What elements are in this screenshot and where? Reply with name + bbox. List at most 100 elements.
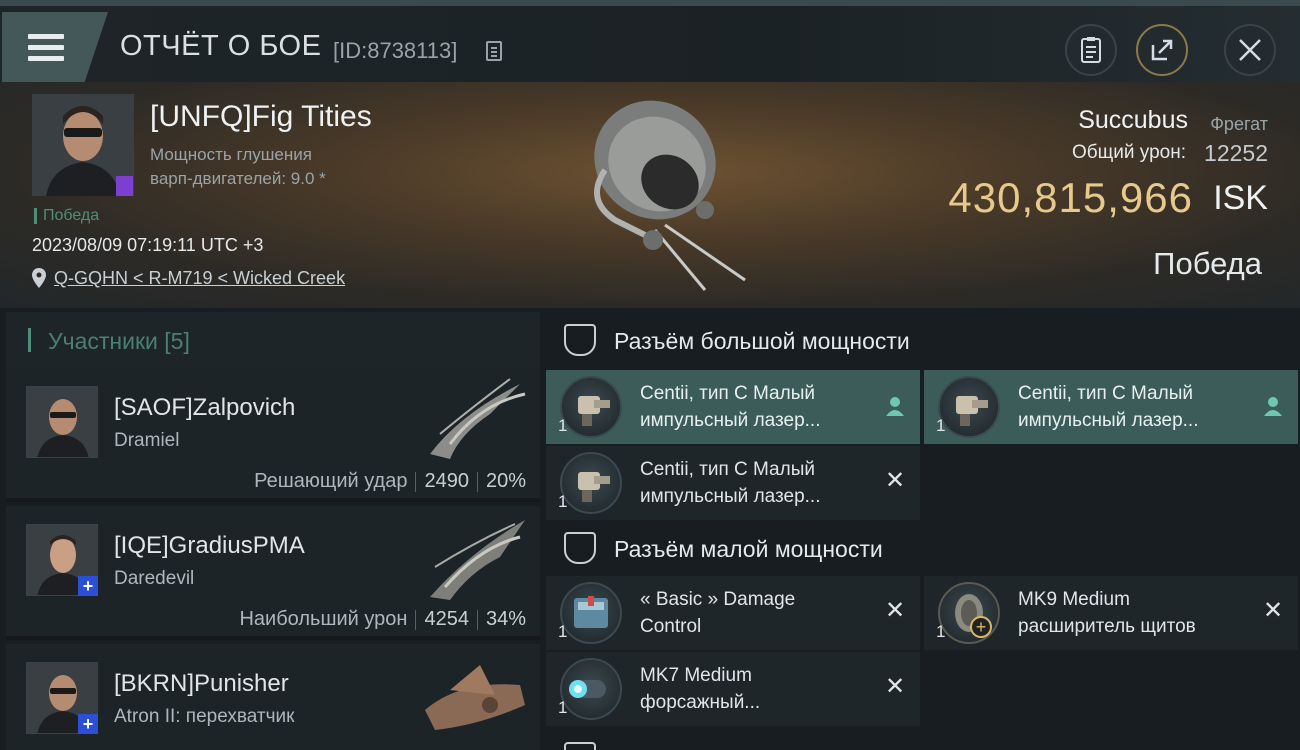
module-name: Centii, тип C Малый импульсный лазер... [640, 380, 880, 434]
rig-plus-icon: + [970, 616, 992, 638]
participants-heading: Участники [5] [48, 328, 190, 354]
total-damage-label: Общий урон: [1072, 142, 1186, 163]
participant-percent: 34% [485, 608, 526, 630]
module-name-line1: MK9 Medium [1018, 589, 1130, 610]
module-name: « Basic » Damage Control [640, 586, 880, 640]
afterburner-module-icon [560, 658, 622, 720]
participant-card[interactable]: + [IQE]GradiusPMA Daredevil Наибольший у… [6, 506, 540, 640]
kill-datetime: 2023/08/09 07:19:11 UTC +3 [32, 235, 264, 255]
participant-name[interactable]: [BKRN]Punisher [114, 670, 289, 698]
participant-ship: Dramiel [114, 430, 180, 451]
participant-ship: Daredevil [114, 568, 195, 589]
share-icon [1151, 39, 1173, 61]
report-id: [ID:8738113] [333, 38, 458, 63]
participant-ship-image [430, 378, 526, 459]
damage-control-module-icon [560, 582, 622, 644]
high-slots-header: Разъём большой мощности [546, 314, 1296, 368]
isk-value: 430,815,966 [948, 174, 1193, 221]
destroyed-x-icon: ✕ [884, 673, 906, 700]
participant-ship: Atron II: перехватчик [114, 706, 295, 727]
portrait-image [27, 387, 97, 457]
module-quantity: 1 [558, 416, 568, 435]
close-button[interactable] [1224, 24, 1276, 76]
module-slot[interactable]: 1 Centii, тип C Малый импульсный лазер... [924, 370, 1298, 444]
slot-icon [564, 742, 596, 750]
menu-button[interactable] [2, 12, 108, 82]
participant-damage: 2490 [424, 470, 469, 492]
participant-card[interactable]: [SAOF]Zalpovich Dramiel Решающий удар 249… [6, 368, 540, 502]
module-name: Centii, тип C Малый импульсный лазер... [640, 456, 880, 510]
participant-avatar[interactable] [26, 386, 98, 458]
page-title: ОТЧЁТ О БОЕ [120, 30, 322, 62]
total-damage-value: 12252 [1204, 140, 1268, 166]
participant-card[interactable]: + [BKRN]Punisher Atron II: перехватчик [6, 644, 540, 750]
victim-stat-line1: Мощность глушения [150, 145, 312, 164]
low-slots-heading: Разъём малой мощности [614, 536, 883, 562]
dropped-person-icon [886, 397, 904, 416]
module-slot[interactable]: 1 MK7 Medium форсажный... ✕ [546, 652, 920, 726]
participant-percent: 20% [485, 470, 526, 492]
module-name-line2: импульсный лазер... [640, 410, 821, 431]
destroyed-x-icon: ✕ [884, 467, 906, 494]
high-slot-icon [564, 324, 596, 356]
victim-ship-class: Фрегат [1210, 114, 1268, 134]
module-name: Centii, тип C Малый импульсный лазер... [1018, 380, 1258, 434]
participants-header[interactable]: Участники [5] [6, 312, 540, 368]
laser-module-icon [560, 452, 622, 514]
module-name-line1: « Basic » Damage [640, 589, 796, 610]
header-bar: ОТЧЁТ О БОЕ [ID:8738113] [0, 6, 1300, 82]
battle-report-window: ОТЧЁТ О БОЕ [ID:8738113] [UNFQ]Fig Titie… [0, 0, 1300, 750]
module-name-line1: Centii, тип C Малый [1018, 383, 1193, 404]
module-quantity: 1 [558, 698, 568, 717]
next-slots-header [546, 732, 1296, 750]
clipboard-button[interactable] [1065, 24, 1117, 76]
victim-stat-line2: варп-двигателей: 9.0 * [150, 169, 326, 188]
shield-extender-module-icon [938, 582, 1000, 644]
participant-name[interactable]: [IQE]GradiusPMA [114, 532, 305, 560]
location-pin-icon [32, 268, 46, 288]
module-name: MK9 Medium расширитель щитов [1018, 586, 1258, 640]
module-name-line1: Centii, тип C Малый [640, 459, 815, 480]
participant-ship-image [430, 520, 525, 600]
participant-damage: 4254 [424, 608, 469, 630]
victim-pilot-name[interactable]: [UNFQ]Fig Tities [150, 100, 372, 134]
high-slots-heading: Разъём большой мощности [614, 328, 910, 354]
module-name-line2: импульсный лазер... [1018, 410, 1199, 431]
module-quantity: 1 [936, 416, 946, 435]
participant-role: Наибольший урон [239, 608, 408, 630]
module-quantity: 1 [558, 622, 568, 641]
destroyed-x-icon: ✕ [1262, 597, 1284, 624]
hamburger-icon [28, 34, 64, 62]
module-quantity: 1 [558, 492, 568, 511]
result-big: Победа [1153, 246, 1262, 281]
module-name: MK7 Medium форсажный... [640, 662, 880, 716]
module-slot[interactable]: 1 Centii, тип C Малый импульсный лазер...… [546, 446, 920, 520]
add-contact-badge: + [78, 576, 98, 596]
low-slot-icon [564, 532, 596, 564]
participant-role: Решающий удар [254, 470, 408, 492]
participants-accent [28, 328, 31, 352]
result-tag: Победа [34, 208, 99, 224]
victim-panel: [UNFQ]Fig Tities Мощность глушения варп-… [0, 82, 1300, 308]
kill-location-link[interactable]: Q-GQHN < R-M719 < Wicked Creek [54, 268, 345, 289]
close-icon [1239, 39, 1261, 61]
security-status-badge [116, 176, 133, 196]
participant-name[interactable]: [SAOF]Zalpovich [114, 394, 295, 422]
module-slot[interactable]: + 1 MK9 Medium расширитель щитов ✕ [924, 576, 1298, 650]
module-slot[interactable]: 1 « Basic » Damage Control ✕ [546, 576, 920, 650]
low-slots-header: Разъём малой мощности [546, 522, 1296, 576]
module-slot[interactable]: 1 Centii, тип C Малый импульсный лазер... [546, 370, 920, 444]
isk-unit: ISK [1213, 179, 1268, 217]
share-button[interactable] [1136, 24, 1188, 76]
victim-ship-image [594, 100, 746, 291]
laser-module-icon [560, 376, 622, 438]
participant-ship-image [425, 665, 525, 730]
module-name-line2: форсажный... [640, 692, 761, 713]
module-name-line1: MK7 Medium [640, 665, 752, 686]
module-name-line2: импульсный лазер... [640, 486, 821, 507]
clipboard-icon [1081, 37, 1101, 63]
participant-stats: Решающий удар 2490 20% [254, 470, 526, 493]
copy-icon[interactable] [486, 41, 502, 61]
victim-ship-name[interactable]: Succubus [1078, 106, 1188, 135]
dropped-person-icon [1264, 397, 1282, 416]
